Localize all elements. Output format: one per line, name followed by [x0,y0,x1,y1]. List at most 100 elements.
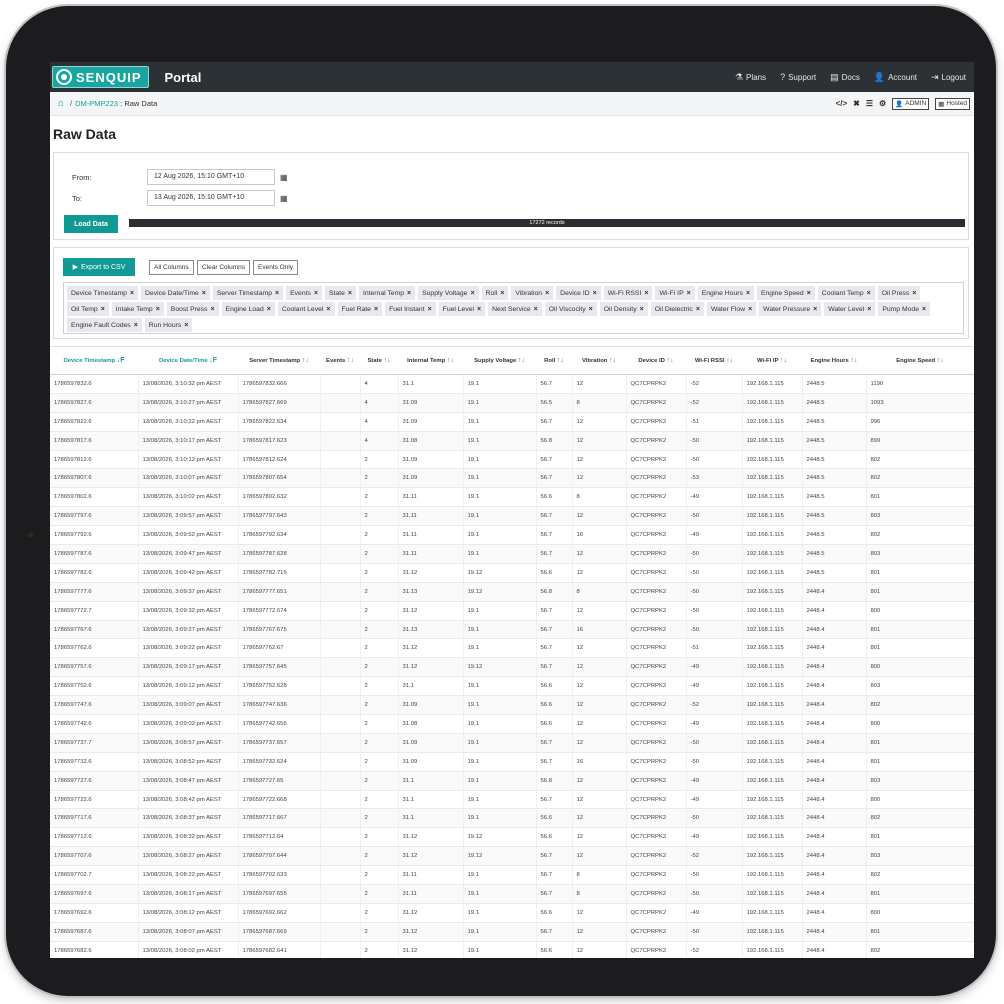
remove-chip-icon[interactable]: × [134,322,138,329]
remove-chip-icon[interactable]: × [314,290,318,297]
remove-chip-icon[interactable]: × [807,290,811,297]
remove-chip-icon[interactable]: × [748,306,752,313]
sort-icon[interactable]: ↑↓ [780,357,787,364]
remove-chip-icon[interactable]: × [374,306,378,313]
column-header[interactable]: Device Timestamp ↓F [50,346,138,375]
sort-icon[interactable]: ↑↓ [667,357,674,364]
table-cell: 2448.5 [802,450,867,470]
remove-chip-icon[interactable]: × [687,290,691,297]
column-header[interactable]: Server Timestamp ↑↓ [238,346,320,375]
remove-chip-icon[interactable]: × [589,306,593,313]
support-link[interactable]: ? Support [780,72,816,83]
column-header[interactable]: Device Date/Time ↓F [138,346,238,375]
remove-chip-icon[interactable]: × [130,290,134,297]
column-header[interactable]: Engine Speed ↑↓ [866,346,974,375]
admin-button[interactable]: 👤 ADMIN [892,97,930,110]
home-icon[interactable]: ⌂ [58,98,64,109]
table-cell: 13/08/2026, 3:10:07 pm AEST [138,468,239,489]
sort-icon[interactable]: ↑↓ [726,357,733,364]
remove-chip-icon[interactable]: × [500,290,504,297]
column-header[interactable]: Wi-Fi IP ↑↓ [742,346,802,375]
sort-icon[interactable]: ↑↓ [347,357,354,364]
remove-chip-icon[interactable]: × [545,290,549,297]
table-cell: 19.12 [463,827,537,848]
remove-chip-icon[interactable]: × [348,290,352,297]
column-header[interactable]: State ↑↓ [360,346,398,375]
tools-icon[interactable]: ✖ [853,99,860,108]
clear-columns-button[interactable]: Clear Columns [197,260,250,275]
column-header[interactable]: Roll ↑↓ [536,346,572,375]
remove-chip-icon[interactable]: × [867,290,871,297]
sort-icon[interactable]: ↑↓ [447,357,454,364]
sort-icon[interactable]: ↑↓ [557,357,564,364]
remove-chip-icon[interactable]: × [922,306,926,313]
table-cell: 31.12 [398,846,464,867]
column-header[interactable]: Supply Voltage ↑↓ [463,346,536,375]
table-cell: 19.1 [463,525,537,546]
raw-data-table-container[interactable]: Device Timestamp ↓F Device Date/Time ↓F Se… [50,346,974,958]
remove-chip-icon[interactable]: × [644,290,648,297]
remove-chip-icon[interactable]: × [156,306,160,313]
account-link[interactable]: 👤 Account [874,72,917,83]
remove-chip-icon[interactable]: × [407,290,411,297]
table-cell: 192.168.1.115 [742,865,803,886]
sort-icon[interactable]: ↑↓ [518,357,525,364]
remove-chip-icon[interactable]: × [326,306,330,313]
remove-chip-icon[interactable]: × [267,306,271,313]
remove-chip-icon[interactable]: × [428,306,432,313]
calendar-icon[interactable]: ▦ [280,173,288,182]
column-header[interactable]: Events ↑↓ [320,346,360,375]
sort-icon[interactable]: ↑↓ [302,357,309,364]
remove-chip-icon[interactable]: × [101,306,105,313]
sort-icon[interactable]: ↓F [117,357,125,364]
code-icon[interactable]: </> [836,99,848,108]
sort-icon[interactable]: ↓F [209,357,217,364]
sort-icon[interactable]: ↑↓ [850,357,857,364]
sort-icon[interactable]: ↑↓ [384,357,391,364]
table-cell: 56.7 [536,620,573,640]
remove-chip-icon[interactable]: × [470,290,474,297]
hosted-button[interactable]: ▦ Hosted [935,97,970,110]
export-csv-button[interactable]: ▶ Export to CSV [63,258,135,276]
remove-chip-icon[interactable]: × [640,306,644,313]
hosted-server-icon: ▦ [938,100,945,108]
column-chip-label: Next Service [492,305,531,313]
list-icon[interactable]: ☰ [866,99,873,108]
gear-icon[interactable]: ⚙ [879,99,886,108]
sort-icon[interactable]: ↑↓ [609,357,616,364]
plans-link[interactable]: ⚗ Plans [735,72,766,83]
remove-chip-icon[interactable]: × [210,306,214,313]
remove-chip-icon[interactable]: × [534,306,538,313]
remove-chip-icon[interactable]: × [184,322,188,329]
remove-chip-icon[interactable]: × [202,290,206,297]
remove-chip-icon[interactable]: × [813,306,817,313]
column-header[interactable]: Device ID ↑↓ [626,346,686,375]
column-header[interactable]: Wi-Fi RSSI ↑↓ [686,346,742,375]
table-cell: 192.168.1.115 [742,827,803,848]
remove-chip-icon[interactable]: × [593,290,597,297]
remove-chip-icon[interactable]: × [912,290,916,297]
events-only-button[interactable]: Events Only [253,260,299,275]
calendar-icon[interactable]: ▦ [280,194,288,203]
remove-chip-icon[interactable]: × [477,306,481,313]
remove-chip-icon[interactable]: × [696,306,700,313]
remove-chip-icon[interactable]: × [746,290,750,297]
table-cell: 19.1 [463,752,537,772]
column-header[interactable]: Vibration ↑↓ [572,346,626,375]
logout-link[interactable]: ⇥ Logout [931,72,966,83]
senquip-logo[interactable]: SENQUIP [52,66,149,88]
to-date-input[interactable]: 13 Aug 2026, 15:10 GMT+10 [147,190,275,206]
docs-link[interactable]: ▤ Docs [830,72,860,83]
table-cell: 1786597807.654 [238,468,321,489]
load-data-button[interactable]: Load Data [64,215,118,233]
sort-icon[interactable]: ↑↓ [937,357,944,364]
remove-chip-icon[interactable]: × [275,290,279,297]
from-date-input[interactable]: 12 Aug 2026, 15:10 GMT+10 [147,169,275,185]
all-columns-button[interactable]: All Columns [149,260,194,275]
column-chip-label: Coolant Temp [821,289,864,297]
column-header[interactable]: Engine Hours ↑↓ [802,346,866,375]
remove-chip-icon[interactable]: × [867,306,871,313]
raw-data-table: Device Timestamp ↓F Device Date/Time ↓F Se… [50,346,974,958]
column-header[interactable]: Internal Temp ↑↓ [398,346,463,375]
breadcrumb-device-link[interactable]: DM-PMP223 [75,99,118,108]
